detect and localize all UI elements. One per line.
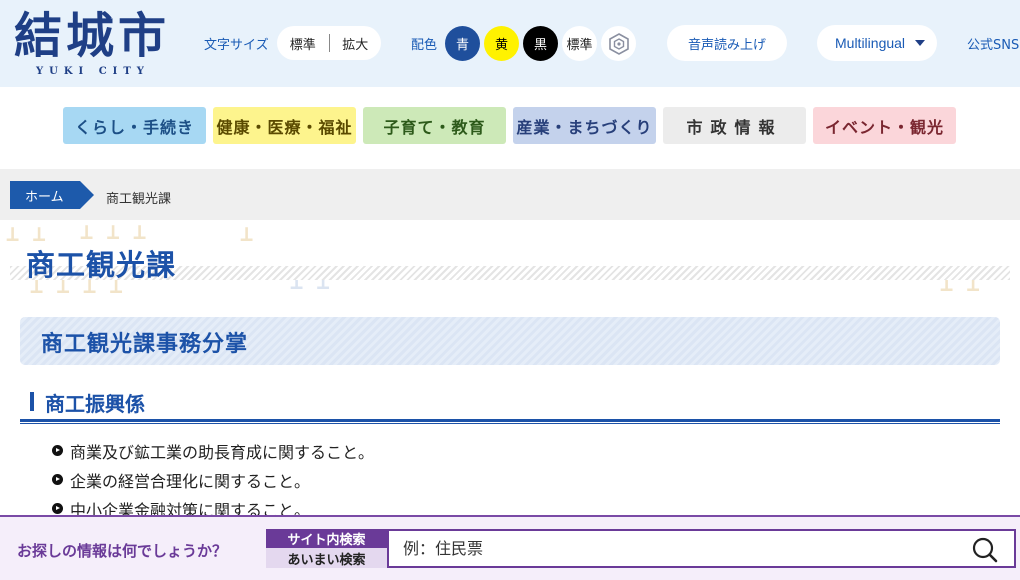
color-scheme-label: 配色 [411,38,438,53]
color-blue-button[interactable]: 青 [445,26,480,61]
multilingual-label: Multilingual [835,35,906,51]
subsection-underline [20,419,1000,424]
list-item-text: 商業及び鉱工業の助長育成に関すること。 [70,442,375,462]
subsection-heading: 商工振興係 [45,392,145,416]
list-item: 商業及び鉱工業の助長育成に関すること。 [52,436,374,465]
chevron-down-icon [915,40,925,46]
list-item: 企業の経営合理化に関すること。 [52,465,374,494]
color-yellow-button[interactable]: 黄 [484,26,519,61]
nav-item-events[interactable]: イベント・観光 [813,107,956,144]
official-sns-link[interactable]: 公式SNS [967,34,1019,53]
nav-item-city-info[interactable]: 市政情報 [663,107,806,144]
nav-item-living[interactable]: くらし・手続き [63,107,206,144]
font-size-large-button[interactable]: 拡大 [330,34,382,53]
nav-item-childcare[interactable]: 子育て・教育 [363,107,506,144]
search-icon[interactable] [970,536,1000,564]
bullet-icon [52,445,63,456]
list-item: 中小企業金融対策に関すること。 [52,494,374,515]
breadcrumb: ホーム 商工観光課 [0,169,1020,220]
background-decoration: ⊥ [240,222,254,247]
duties-list: 商業及び鉱工業の助長育成に関すること。 企業の経営合理化に関すること。 中小企業… [52,436,374,515]
tab-fuzzy-search[interactable]: あいまい検索 [266,548,387,568]
multilingual-dropdown[interactable]: Multilingual [817,25,937,61]
nav-item-health[interactable]: 健康・医療・福祉 [213,107,356,144]
list-item-text: 中小企業金融対策に関すること。 [70,500,311,516]
search-bar: お探しの情報は何でしょうか？ サイト内検索 あいまい検索 [0,515,1020,580]
font-size-standard-button[interactable]: 標準 [277,34,329,53]
global-nav: くらし・手続き 健康・医療・福祉 子育て・教育 産業・まちづくり 市政情報 イベ… [0,87,1020,169]
hexagon-icon[interactable] [601,26,636,61]
logo-text: 結城市 [14,8,171,64]
section-heading-box: 商工観光課事務分掌 [20,317,1000,365]
font-size-switcher: 標準 拡大 [277,26,381,60]
search-prompt: お探しの情報は何でしょうか？ [17,542,228,560]
tab-site-search[interactable]: サイト内検索 [266,529,387,548]
list-item-text: 企業の経営合理化に関すること。 [70,471,311,491]
section-heading: 商工観光課事務分掌 [41,332,249,357]
nav-item-industry[interactable]: 産業・まちづくり [513,107,656,144]
bullet-icon [52,474,63,485]
color-standard-button[interactable]: 標準 [562,26,597,61]
search-input[interactable] [387,529,1016,568]
voice-readout-button[interactable]: 音声読み上げ [667,25,787,61]
breadcrumb-arrow [80,181,94,209]
site-logo[interactable]: 結城市 YUKI CITY [14,8,184,78]
main-content: ⊥ ⊥ ⊥ ⊥ ⊥ ⊥ ⊥ ⊥ ⊥ ⊥ ⊥ ⊥ ⊥ ⊥ 商工観光課 商工観光課事… [0,220,1020,515]
breadcrumb-current: 商工観光課 [106,192,172,207]
subsection-heading-marker [30,392,34,411]
font-size-label: 文字サイズ [204,38,269,53]
hexagon-icon-graphic [608,32,629,55]
page-title: 商工観光課 [26,248,177,282]
search-icon-graphic [972,537,998,563]
logo-subtext: YUKI CITY [36,66,150,77]
breadcrumb-home-link[interactable]: ホーム [10,181,80,209]
bullet-icon [52,503,63,514]
site-header: 結城市 YUKI CITY 文字サイズ 標準 拡大 配色 青 黄 黒 標準 音声… [0,0,1020,87]
color-black-button[interactable]: 黒 [523,26,558,61]
